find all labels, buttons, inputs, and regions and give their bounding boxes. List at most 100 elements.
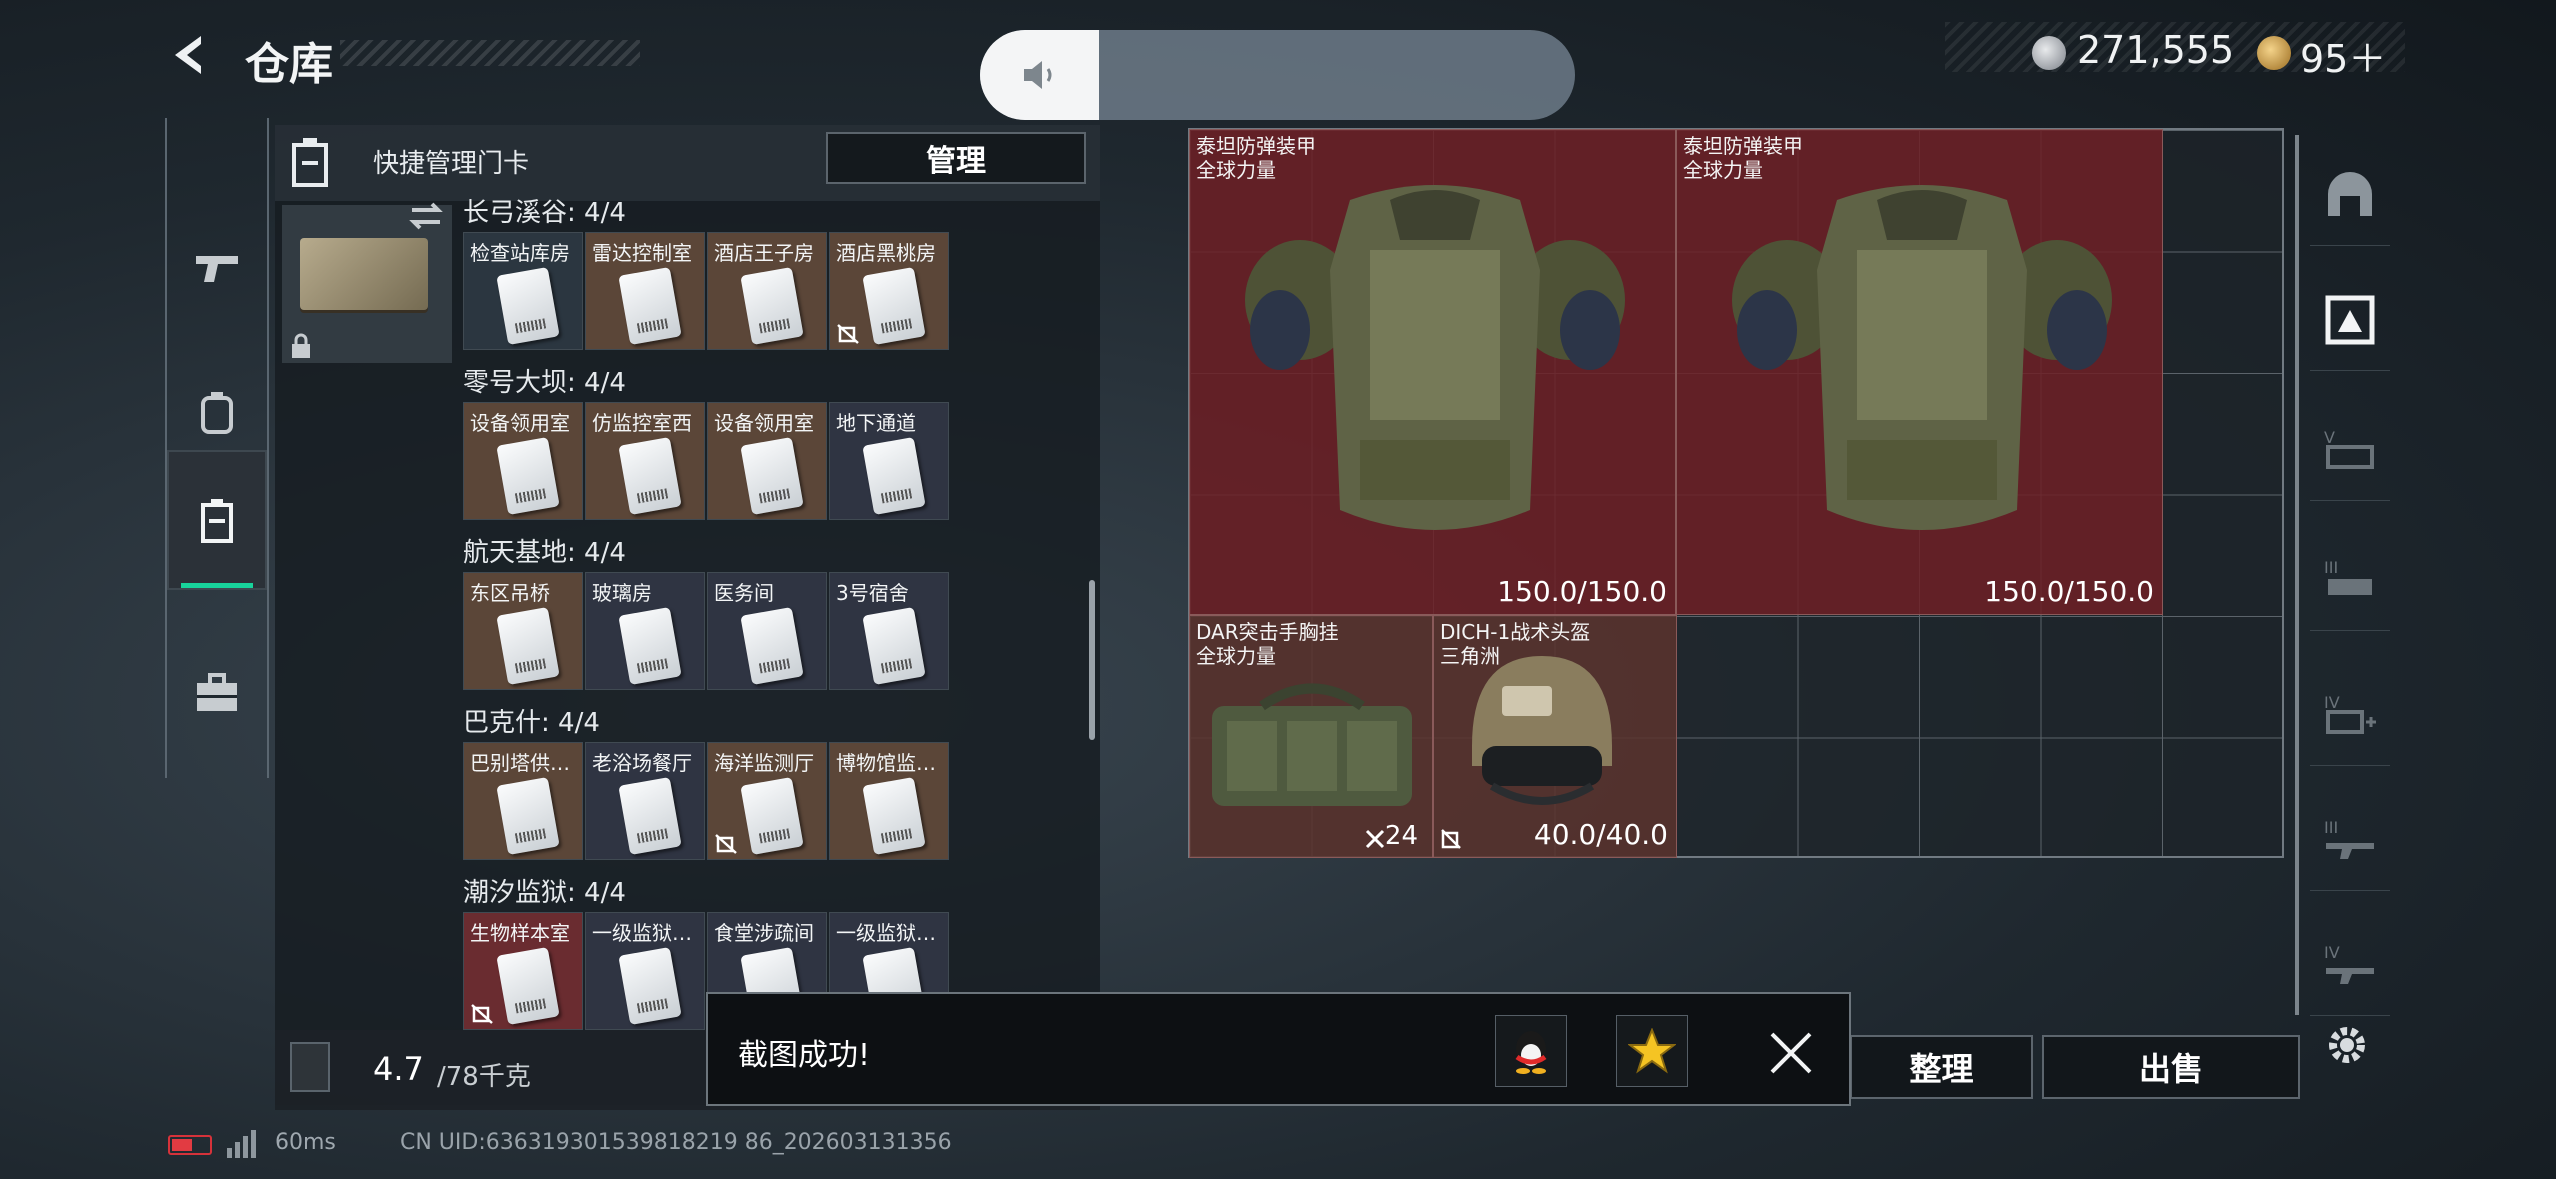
keycard-label: 设备领用室 xyxy=(470,411,570,435)
region-heading: 零号大坝: 4/4 xyxy=(463,368,626,398)
keycard-label: 地下通道 xyxy=(836,411,916,435)
keycard-slot[interactable]: 设备领用室 xyxy=(707,402,827,520)
battery-icon xyxy=(168,1135,212,1155)
keycard-image xyxy=(740,777,804,855)
item-quantity: 24 xyxy=(1384,821,1418,851)
keycard-image xyxy=(862,777,926,855)
keycard-label: 食堂涉疏间 xyxy=(714,921,814,945)
keycard-label: 检查站库房 xyxy=(470,241,570,265)
helmet-icon xyxy=(1472,656,1612,805)
keycard-slot[interactable]: 酒店王子房 xyxy=(707,232,827,350)
keycard-slot[interactable]: 海洋监测厅 xyxy=(707,742,827,860)
backpack-icon xyxy=(201,392,233,434)
keycard-image xyxy=(496,437,560,515)
share-qzone-button[interactable] xyxy=(1616,1015,1688,1087)
keycard-slot[interactable]: 一级监狱… xyxy=(585,912,705,1030)
weapon-iv-icon: IV xyxy=(2324,943,2374,984)
keycard-image xyxy=(862,267,926,345)
region-heading: 航天基地: 4/4 xyxy=(463,538,626,568)
keycard-slot[interactable]: 生物样本室 xyxy=(463,912,583,1030)
keycard-image xyxy=(496,947,560,1025)
penguin-icon xyxy=(1515,1031,1547,1074)
keycard-slot[interactable]: 仿监控室西 xyxy=(585,402,705,520)
filter-armor[interactable] xyxy=(2310,270,2390,371)
keycard-slot[interactable]: 设备领用室 xyxy=(463,402,583,520)
keycard-image xyxy=(618,267,682,345)
region-heading: 潮汐监狱: 4/4 xyxy=(463,878,626,908)
keycard-slot[interactable]: 检查站库房 xyxy=(463,232,583,350)
stash-item-armor-1[interactable]: 泰坦防弹装甲 全球力量 150.0/150.0 xyxy=(1189,129,1676,615)
keycard-label: 酒店王子房 xyxy=(714,241,814,265)
stash-item-chest-rig[interactable]: DAR突击手胸挂 全球力量 24 xyxy=(1189,615,1433,858)
ammo-iii-icon: III xyxy=(2324,558,2372,595)
keycard-label: 生物样本室 xyxy=(470,921,570,945)
sell-button[interactable]: 出售 xyxy=(2042,1035,2300,1099)
filter-tier-4b[interactable]: IV xyxy=(2310,915,2390,1016)
lock-icon xyxy=(292,333,310,358)
swap-icon[interactable] xyxy=(408,200,444,232)
keycard-slot[interactable]: 酒店黑桃房 xyxy=(829,232,949,350)
page-title: 仓库 xyxy=(245,39,333,90)
sort-button[interactable]: 整理 xyxy=(1850,1035,2033,1099)
keycard-slot[interactable]: 老浴场餐厅 xyxy=(585,742,705,860)
silver-amount: 271,555 xyxy=(2077,28,2235,72)
keycard-slot[interactable]: 3号宿舍 xyxy=(829,572,949,690)
armor-vest-icon xyxy=(1245,185,1625,530)
keycard-slot[interactable]: 玻璃房 xyxy=(585,572,705,690)
keycard-label: 玻璃房 xyxy=(592,581,652,605)
volume-slider[interactable] xyxy=(980,30,1575,120)
close-icon[interactable] xyxy=(1768,1030,1814,1076)
weight-icon xyxy=(290,1042,330,1092)
keycard-image xyxy=(496,607,560,685)
keycard-slot[interactable]: 博物馆监… xyxy=(829,742,949,860)
back-arrow-icon[interactable] xyxy=(165,30,215,80)
gold-amount[interactable]: 95＋ xyxy=(2300,28,2386,83)
silver-coin-icon xyxy=(2032,36,2066,70)
stack-icon xyxy=(1365,829,1385,849)
settings-gear-icon[interactable] xyxy=(2322,1020,2372,1070)
keycard-holder-icon xyxy=(292,138,328,187)
unbound-icon xyxy=(837,324,859,344)
gold-coin-icon xyxy=(2257,36,2291,70)
keycard-slot[interactable]: 医务间 xyxy=(707,572,827,690)
tab-weapons[interactable] xyxy=(167,198,267,338)
keycard-label: 雷达控制室 xyxy=(592,241,692,265)
region-heading: 巴克什: 4/4 xyxy=(463,708,600,738)
keycard-image xyxy=(618,437,682,515)
svg-text:IV: IV xyxy=(2324,693,2340,712)
filter-tier-3b[interactable]: III xyxy=(2310,790,2390,891)
keycard-slot[interactable]: 雷达控制室 xyxy=(585,232,705,350)
ammo-v-icon: V xyxy=(2324,428,2374,469)
keycard-label: 海洋监测厅 xyxy=(714,751,814,775)
stash-item-helmet[interactable]: DICH-1战术头盔 三角洲 40.0/40.0 xyxy=(1433,615,1677,858)
signal-icon xyxy=(227,1130,256,1158)
keycard-slot[interactable]: 地下通道 xyxy=(829,402,949,520)
filter-all[interactable] xyxy=(2310,145,2390,246)
keycard-slot[interactable]: 巴别塔供… xyxy=(463,742,583,860)
speaker-icon xyxy=(1024,61,1052,89)
filter-tier-3[interactable]: III xyxy=(2310,530,2390,631)
stash-item-armor-2[interactable]: 泰坦防弹装甲 全球力量 150.0/150.0 xyxy=(1676,129,2163,615)
tab-keycards[interactable] xyxy=(167,450,267,590)
tab-cases[interactable] xyxy=(167,623,267,763)
item-durability: 150.0/150.0 xyxy=(1497,575,1667,608)
keycard-label: 一级监狱… xyxy=(592,921,692,945)
title-decoration xyxy=(340,40,640,66)
item-durability: 40.0/40.0 xyxy=(1533,818,1668,851)
unbound-icon xyxy=(715,834,737,854)
keycard-label: 酒店黑桃房 xyxy=(836,241,936,265)
weight-max: /78千克 xyxy=(437,1062,531,1092)
manage-button[interactable]: 管理 xyxy=(826,132,1086,184)
keycard-label: 东区吊桥 xyxy=(470,581,550,605)
svg-text:III: III xyxy=(2324,818,2338,837)
weight-value: 4.7 xyxy=(373,1050,424,1088)
keycard-slot[interactable]: 东区吊桥 xyxy=(463,572,583,690)
keycard-scrollbar[interactable] xyxy=(1089,580,1095,740)
star-icon xyxy=(1628,1028,1676,1074)
filter-tier-5[interactable]: V xyxy=(2310,400,2390,501)
keycard-label: 一级监狱… xyxy=(836,921,936,945)
keycard-icon xyxy=(201,499,233,543)
region-heading: 长弓溪谷: 4/4 xyxy=(463,198,626,228)
filter-tier-4[interactable]: IV xyxy=(2310,665,2390,766)
share-qq-button[interactable] xyxy=(1495,1015,1567,1087)
